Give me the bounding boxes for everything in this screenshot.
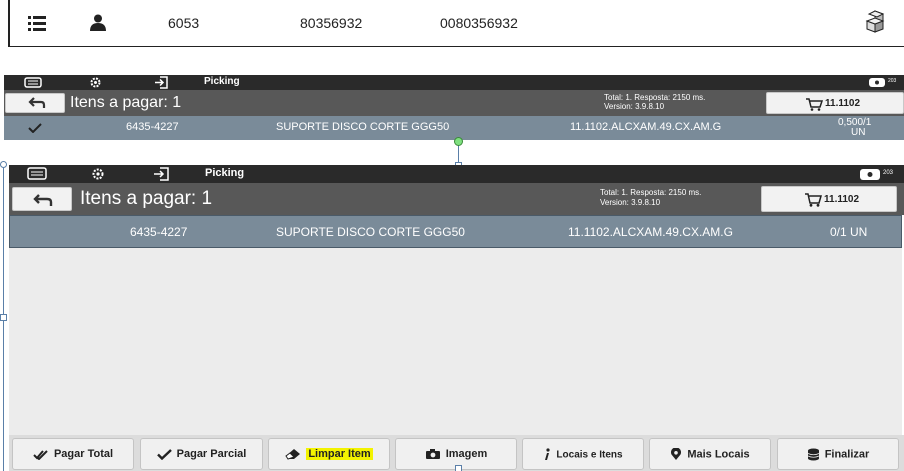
map-pin-icon (671, 447, 682, 460)
item-qty-line2: UN (851, 127, 866, 138)
limpar-item-label: Limpar Item (306, 448, 373, 460)
mais-locais-button[interactable]: Mais Locais (649, 438, 771, 470)
back-arrow-icon (28, 97, 46, 108)
app-menubar-2: Picking 203 (9, 165, 904, 183)
item-location: 11.1102.ALCXAM.49.CX.AM.G (568, 225, 733, 239)
back-button[interactable] (5, 93, 65, 113)
login-icon[interactable] (154, 76, 168, 89)
empty-list-area (9, 248, 902, 435)
version-line: Version: 3.9.8.10 (600, 198, 661, 207)
badge-count: 203 (888, 78, 897, 84)
settings-icon[interactable] (89, 76, 102, 89)
app-menubar: Picking 203 (4, 75, 904, 90)
pagar-total-label: Pagar Total (53, 448, 114, 460)
eraser-icon (285, 449, 301, 460)
imagem-label: Imagem (445, 448, 488, 460)
pagar-total-button[interactable]: Pagar Total (12, 438, 134, 470)
item-description: SUPORTE DISCO CORTE GGG50 (276, 121, 450, 133)
limpar-item-button[interactable]: Limpar Item (268, 438, 390, 470)
menu-picking-label[interactable]: Picking (205, 167, 244, 179)
cart-button[interactable]: 11.1102 (766, 92, 904, 114)
back-button[interactable] (12, 187, 72, 211)
double-check-icon (33, 449, 48, 461)
menu-icon[interactable] (27, 167, 47, 180)
app-titlebar: Itens a pagar: 1 Total: 1. Resposta: 215… (4, 90, 904, 116)
cart-label: 11.1102 (824, 194, 860, 205)
item-qty: 0/1 UN (830, 225, 868, 239)
pagar-parcial-label: Pagar Parcial (176, 448, 247, 460)
version-line: Version: 3.9.8.10 (604, 102, 665, 111)
pagar-parcial-button[interactable]: Pagar Parcial (140, 438, 263, 470)
badge-icon (860, 169, 880, 180)
list-icon[interactable] (28, 15, 46, 31)
selection-handle-left[interactable] (0, 314, 7, 321)
mais-locais-label: Mais Locais (687, 448, 750, 461)
boxes-icon (865, 10, 885, 33)
info-icon (545, 448, 551, 460)
selection-handle-bottom[interactable] (455, 465, 462, 471)
app-titlebar-2: Itens a pagar: 1 Total: 1. Resposta: 215… (9, 183, 904, 215)
badge-icon (869, 78, 885, 87)
check-icon (28, 123, 42, 133)
cart-icon (805, 193, 822, 207)
cart-icon (806, 98, 823, 111)
items-title: Itens a pagar: 1 (70, 94, 182, 111)
total-line: Total: 1. Resposta: 2150 ms. (600, 188, 702, 197)
user-icon (90, 14, 106, 31)
camera-icon (425, 449, 440, 460)
check-icon (156, 448, 172, 460)
header-number: 80356932 (300, 15, 363, 31)
item-description: SUPORTE DISCO CORTE GGG50 (276, 225, 465, 239)
badge-count: 203 (883, 170, 894, 176)
rotate-handle[interactable] (454, 137, 463, 146)
record-header: 6053 80356932 0080356932 (8, 0, 904, 47)
item-location: 11.1102.ALCXAM.49.CX.AM.G (570, 121, 722, 133)
cart-label: 11.1102 (825, 98, 861, 109)
cart-button[interactable]: 11.1102 (761, 186, 897, 212)
header-code: 6053 (168, 15, 200, 31)
item-code: 6435-4227 (130, 225, 188, 239)
header-barcode: 0080356932 (440, 15, 518, 31)
item-row[interactable]: 6435-4227 SUPORTE DISCO CORTE GGG50 11.1… (4, 116, 904, 140)
item-row-2[interactable]: 6435-4227 SUPORTE DISCO CORTE GGG50 11.1… (9, 215, 902, 248)
menu-picking-label[interactable]: Picking (204, 76, 240, 87)
finalizar-label: Finalizar (824, 448, 870, 461)
finalizar-button[interactable]: Finalizar (777, 438, 899, 470)
locais-itens-button[interactable]: Locais e Itens (522, 438, 644, 470)
menu-icon[interactable] (24, 77, 42, 88)
settings-icon[interactable] (91, 167, 105, 181)
login-icon[interactable] (153, 167, 169, 181)
database-icon (807, 448, 819, 461)
back-arrow-icon (33, 194, 53, 206)
locais-itens-label: Locais e Itens (556, 449, 623, 461)
item-code: 6435-4227 (126, 121, 179, 133)
items-title: Itens a pagar: 1 (80, 188, 213, 209)
selection-handle-corner[interactable] (0, 161, 7, 168)
total-line: Total: 1. Resposta: 2150 ms. (604, 93, 706, 102)
